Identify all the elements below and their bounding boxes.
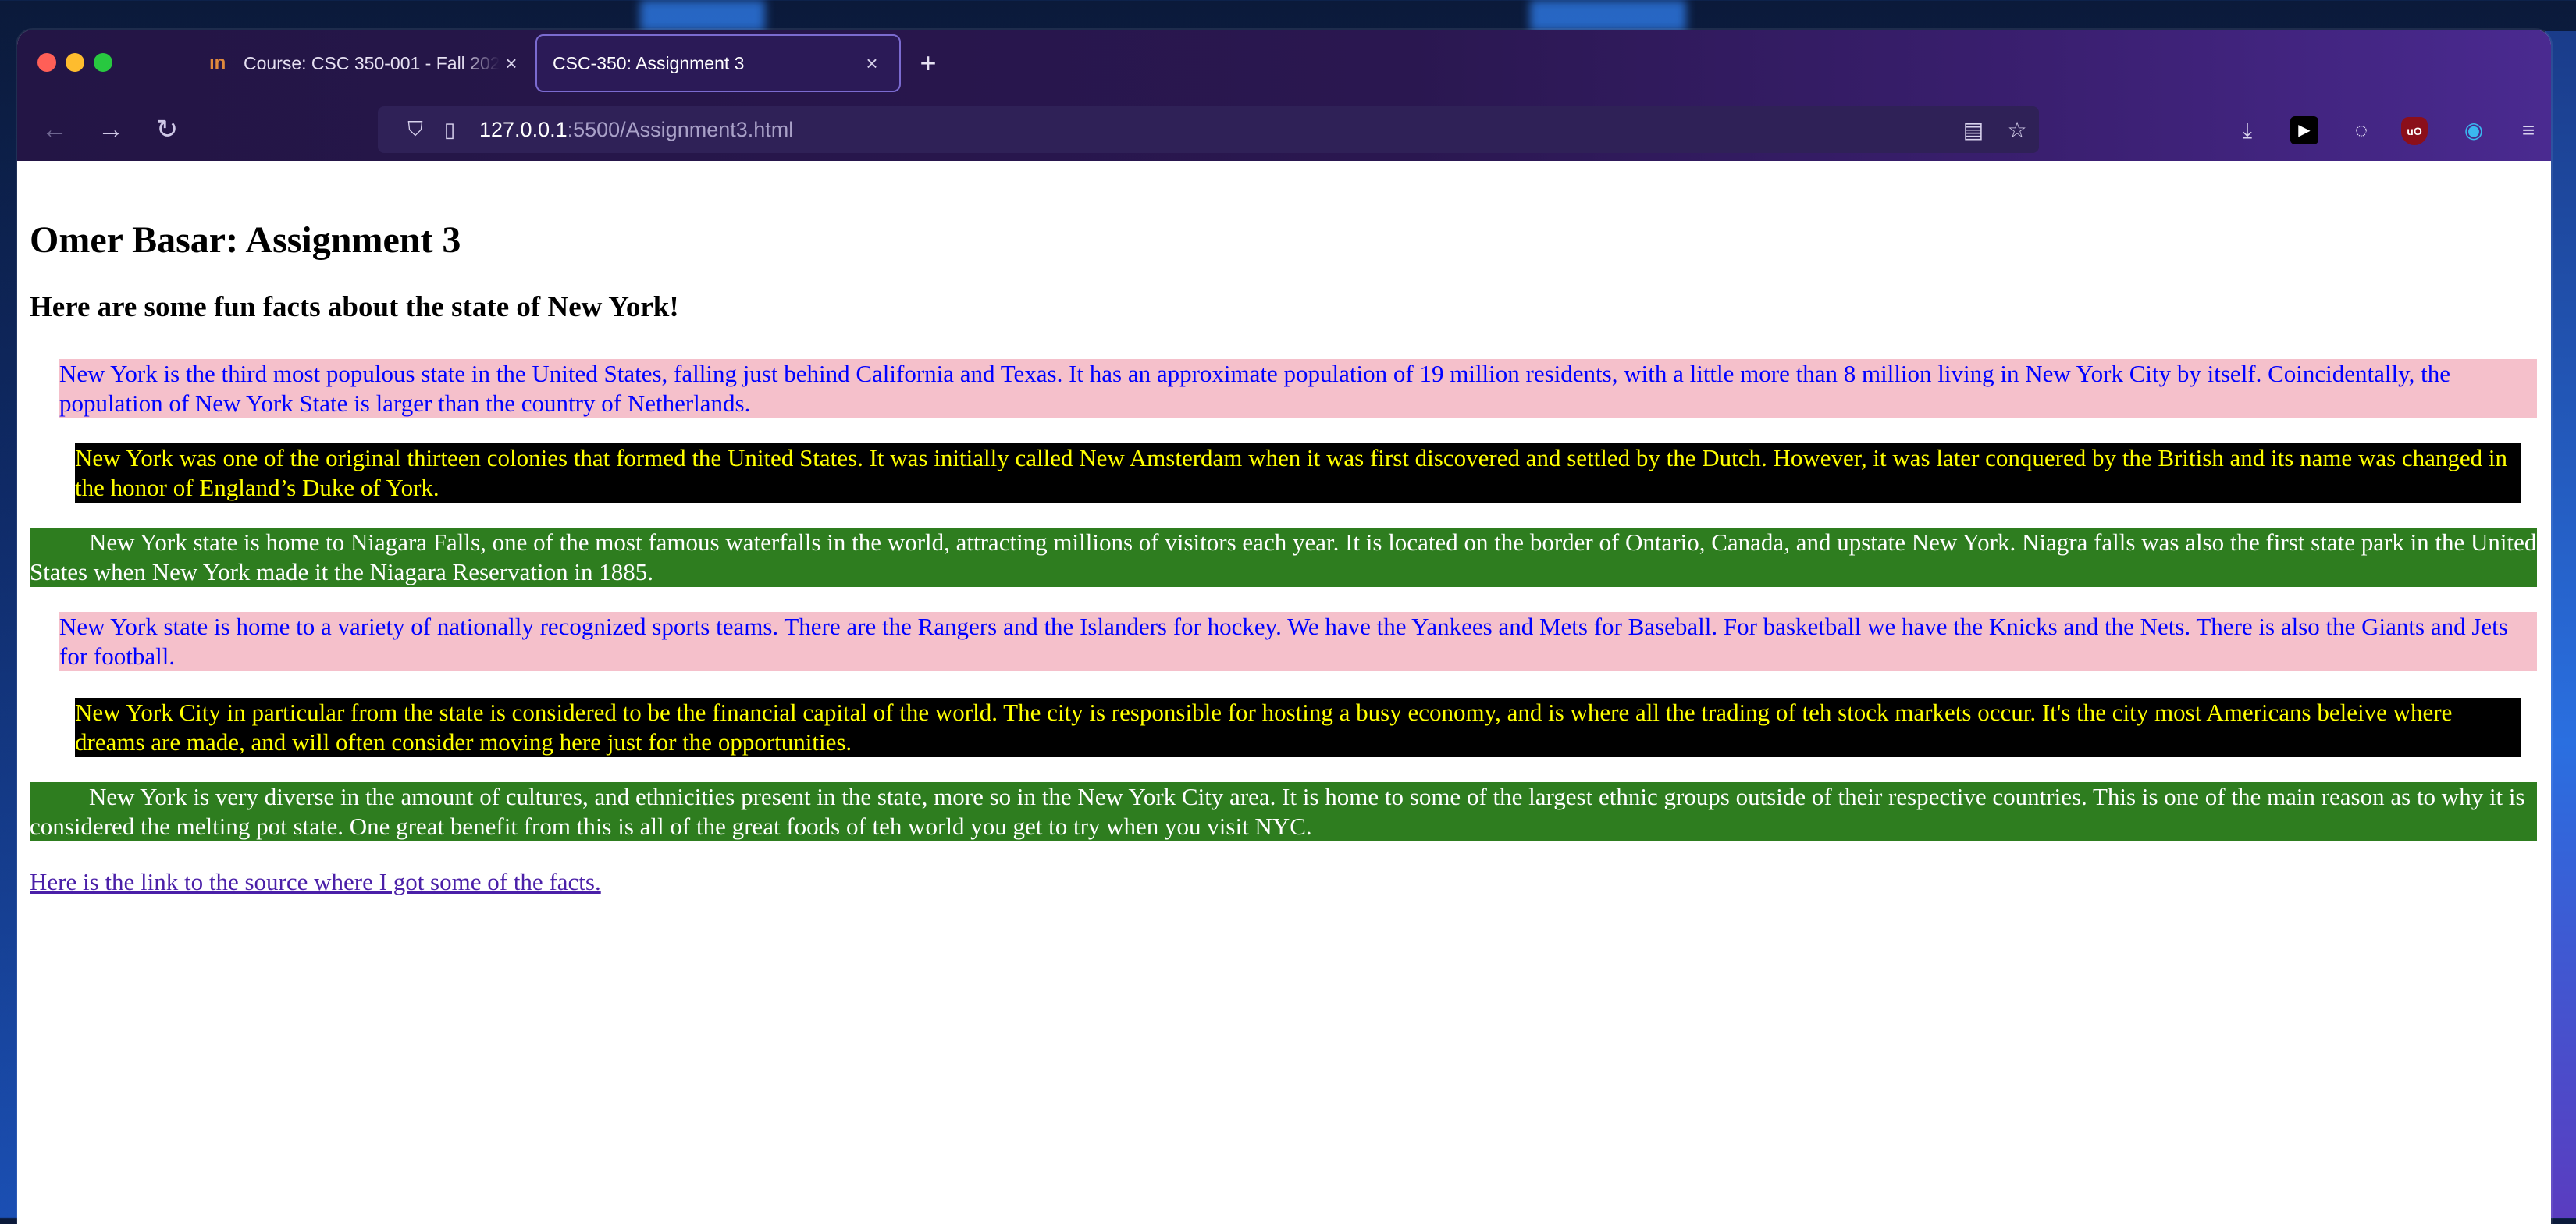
close-icon[interactable]: × bbox=[500, 52, 523, 76]
shield-icon[interactable]: ⛉ bbox=[398, 117, 432, 142]
menu-icon[interactable]: ≡ bbox=[2510, 112, 2546, 148]
reload-button[interactable]: ↻ bbox=[145, 108, 189, 151]
hide-eye-icon[interactable]: ◌ bbox=[2343, 112, 2379, 148]
minimize-window-button[interactable] bbox=[66, 53, 84, 72]
close-window-button[interactable] bbox=[37, 53, 56, 72]
new-tab-button[interactable]: + bbox=[909, 44, 948, 83]
page-title: Omer Basar: Assignment 3 bbox=[30, 219, 461, 261]
tab-strip: ın Course: CSC 350-001 - Fall 2023 × CSC… bbox=[17, 30, 2551, 98]
tab-title: Course: CSC 350-001 - Fall 2023 bbox=[244, 52, 500, 73]
zoom-window-button[interactable] bbox=[94, 53, 112, 72]
page-icon[interactable]: ▯ bbox=[432, 118, 467, 142]
browser-window: ın Course: CSC 350-001 - Fall 2023 × CSC… bbox=[17, 30, 2551, 1224]
browser-chrome: ın Course: CSC 350-001 - Fall 2023 × CSC… bbox=[17, 30, 2551, 161]
downloads-icon[interactable]: ⤓ bbox=[2229, 112, 2265, 148]
reddit-enhancement-icon[interactable]: ◉ bbox=[2456, 112, 2492, 148]
desktop-glow bbox=[1530, 0, 1686, 31]
page-subtitle: Here are some fun facts about the state … bbox=[30, 291, 679, 323]
fact-paragraph: New York is very diverse in the amount o… bbox=[30, 782, 2537, 842]
reader-view-icon[interactable]: ▤ bbox=[1952, 117, 1995, 143]
fact-paragraph: New York is the third most populous stat… bbox=[59, 359, 2537, 418]
source-link[interactable]: Here is the link to the source where I g… bbox=[30, 868, 601, 896]
url-text[interactable]: 127.0.0.1:5500/Assignment3.html bbox=[479, 118, 1952, 142]
instructure-icon: ın bbox=[209, 52, 226, 73]
fact-paragraph: New York state is home to a variety of n… bbox=[59, 612, 2537, 671]
fact-paragraph: New York was one of the original thirtee… bbox=[75, 443, 2521, 503]
close-icon[interactable]: × bbox=[860, 52, 884, 76]
url-path: :5500/Assignment3.html bbox=[567, 117, 794, 141]
tab-assignment-3[interactable]: CSC-350: Assignment 3 × bbox=[535, 34, 901, 92]
bookmark-star-icon[interactable]: ☆ bbox=[1995, 117, 2039, 143]
tab-title: CSC-350: Assignment 3 bbox=[553, 52, 745, 73]
fact-paragraph: New York City in particular from the sta… bbox=[75, 698, 2521, 757]
forward-button[interactable]: → bbox=[89, 108, 133, 151]
url-bar[interactable]: ⛉ ▯ 127.0.0.1:5500/Assignment3.html ▤ ☆ bbox=[378, 106, 2039, 153]
desktop-glow bbox=[640, 0, 765, 31]
tab-course[interactable]: ın Course: CSC 350-001 - Fall 2023 × bbox=[194, 34, 539, 92]
back-button[interactable]: ← bbox=[33, 108, 76, 151]
url-host: 127.0.0.1 bbox=[479, 117, 568, 141]
play-extension-icon[interactable]: ▶ bbox=[2290, 116, 2318, 144]
fact-paragraph: New York state is home to Niagara Falls,… bbox=[30, 528, 2537, 587]
ublock-icon[interactable]: uO bbox=[2401, 117, 2428, 145]
page-content: Omer Basar: Assignment 3 Here are some f… bbox=[17, 161, 2551, 1224]
